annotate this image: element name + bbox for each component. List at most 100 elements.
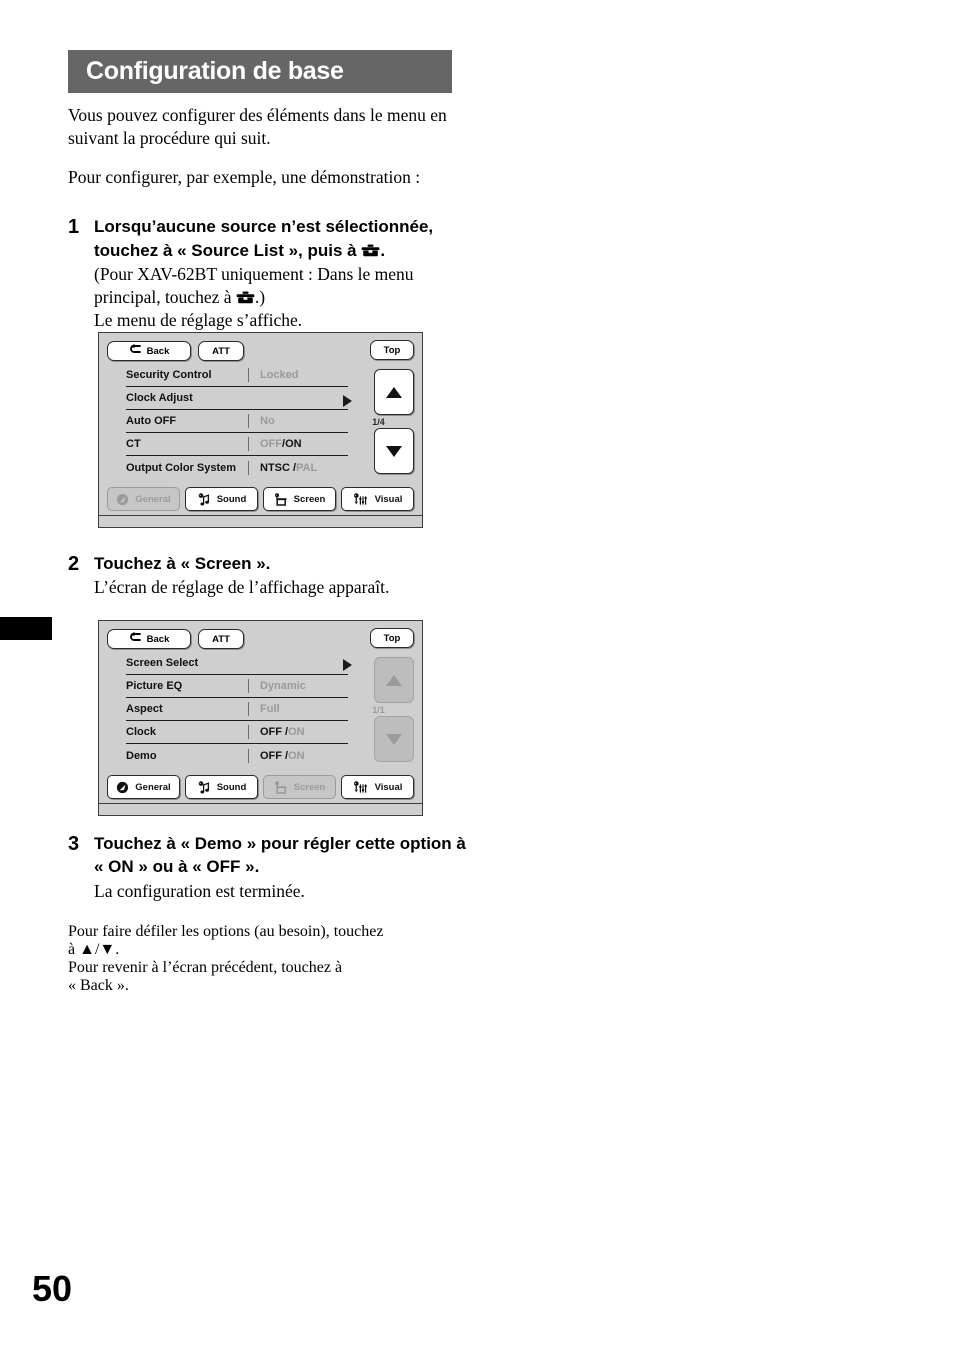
sound-icon — [197, 492, 211, 506]
outro-line-3: Pour revenir à l’écran précédent, touche… — [68, 959, 343, 976]
back-button[interactable]: Back — [107, 629, 191, 649]
row-value: No — [248, 414, 348, 428]
screen-icon — [274, 780, 288, 794]
step-3-block: 3 Touchez à « Demo » pour régler cette o… — [68, 832, 468, 995]
tab-label: Sound — [216, 781, 247, 793]
row-value — [248, 656, 348, 670]
screen2-scroll-controls: 1/1 — [356, 653, 414, 762]
back-button-label: Back — [146, 345, 170, 357]
row-value-option-off: ON — [288, 749, 305, 762]
table-row[interactable]: Clock Adjust — [126, 387, 348, 410]
back-arrow-icon — [129, 344, 142, 358]
table-row[interactable]: Output Color System NTSC / PAL — [126, 456, 348, 479]
row-value-option-on: ON — [285, 438, 302, 450]
outro-line-1: Pour faire défiler les options (au besoi… — [68, 923, 384, 940]
row-value — [248, 391, 348, 405]
att-button[interactable]: ATT — [198, 629, 244, 649]
row-label: Auto OFF — [126, 415, 177, 427]
step-2-heading: Touchez à « Screen ». — [94, 554, 271, 573]
top-button-label: Top — [383, 344, 401, 356]
scroll-down-button[interactable] — [374, 716, 414, 762]
table-row[interactable]: Screen Select — [126, 652, 348, 675]
tab-label: Sound — [216, 493, 247, 505]
section-header: Configuration de base — [68, 50, 452, 93]
tab-general[interactable]: General — [107, 775, 180, 799]
screen2-topbar: Back ATT — [107, 628, 414, 650]
tab-sound[interactable]: Sound — [185, 775, 258, 799]
row-value: Locked — [248, 368, 348, 382]
scroll-up-button[interactable] — [374, 369, 414, 415]
table-row[interactable]: Picture EQ Dynamic — [126, 675, 348, 698]
table-row[interactable]: CT OFF / ON — [126, 433, 348, 456]
row-label: Screen Select — [126, 657, 199, 669]
screen2-tabbar: General Sound Screen Visual — [99, 772, 422, 803]
screen1-settings-list: Security Control Locked Clock Adjust Aut… — [126, 364, 348, 479]
table-row[interactable]: Aspect Full — [126, 698, 348, 721]
screen1-bottom-strip — [99, 515, 422, 527]
table-row[interactable]: Demo OFF / ON — [126, 744, 348, 767]
step-3-heading: Touchez à « Demo » pour régler cette opt… — [94, 834, 466, 877]
tab-screen[interactable]: Screen — [263, 487, 336, 511]
att-button-label: ATT — [212, 345, 230, 357]
table-row[interactable]: Auto OFF No — [126, 410, 348, 433]
tab-screen[interactable]: Screen — [263, 775, 336, 799]
triangle-down-icon — [386, 733, 402, 745]
row-value-text: Locked — [260, 369, 299, 381]
row-label: Output Color System — [126, 461, 237, 474]
tab-label: Visual — [374, 493, 403, 505]
back-arrow-icon — [129, 632, 142, 646]
visual-icon — [353, 492, 369, 506]
row-value-text: Dynamic — [260, 680, 306, 692]
toolbox-icon — [236, 291, 255, 304]
table-row[interactable]: Security Control Locked — [126, 364, 348, 387]
step-1-heading: Lorsqu’aucune source n’est sélectionnée,… — [94, 215, 468, 262]
row-value-option-off: PAL — [296, 461, 318, 474]
row-label: Picture EQ — [126, 680, 183, 692]
page-title: Configuration de base — [86, 57, 344, 85]
tab-general[interactable]: General — [107, 487, 180, 511]
screen2-bottom-strip — [99, 803, 422, 815]
top-button[interactable]: Top — [370, 340, 414, 360]
step-1: 1 Lorsqu’aucune source n’est sélectionné… — [68, 215, 468, 332]
step-3-number: 3 — [68, 833, 80, 855]
tab-visual[interactable]: Visual — [341, 775, 414, 799]
tab-visual[interactable]: Visual — [341, 487, 414, 511]
intro-paragraph-2: Pour configurer, par exemple, une démons… — [68, 167, 421, 188]
screen-icon — [274, 492, 288, 506]
top-button-label: Top — [383, 632, 401, 644]
page-indicator: 1/1 — [372, 705, 385, 715]
step-1-heading-text-b: . — [380, 240, 386, 260]
visual-icon — [353, 780, 369, 794]
screen1-topbar: Back ATT — [107, 340, 414, 362]
scroll-down-button[interactable] — [374, 428, 414, 474]
step-1-subtext-2: Le menu de réglage s’affiche. — [94, 310, 303, 331]
triangle-down-icon — [386, 445, 402, 457]
step-3: 3 Touchez à « Demo » pour régler cette o… — [68, 832, 468, 903]
row-label: Aspect — [126, 703, 163, 715]
toolbox-icon — [361, 244, 380, 257]
outro-block: Pour faire défiler les options (au besoi… — [68, 923, 468, 995]
screen1-tabbar: General Sound Screen Visual — [99, 484, 422, 515]
step-3-subtext: La configuration est terminée. — [94, 880, 305, 901]
screen1-top-button-wrap: Top — [370, 340, 414, 360]
page-indicator: 1/4 — [372, 417, 385, 427]
scroll-up-button[interactable] — [374, 657, 414, 703]
row-value: Dynamic — [248, 679, 348, 693]
table-row[interactable]: Clock OFF / ON — [126, 721, 348, 744]
back-button[interactable]: Back — [107, 341, 191, 361]
step-1-number: 1 — [68, 216, 80, 239]
page-edge-tab-marker — [0, 617, 52, 640]
main-content: Vous pouvez configurer des éléments dans… — [68, 104, 468, 332]
step-2: 2 Touchez à « Screen ». L’écran de régla… — [68, 552, 468, 600]
tab-sound[interactable]: Sound — [185, 487, 258, 511]
att-button[interactable]: ATT — [198, 341, 244, 361]
row-value-option-on: NTSC / — [260, 461, 297, 474]
att-button-label: ATT — [212, 633, 230, 645]
row-value-option-on: OFF / — [260, 749, 289, 762]
screen2-top-button-wrap: Top — [370, 628, 414, 648]
back-button-label: Back — [146, 633, 170, 645]
row-label: CT — [126, 438, 141, 450]
device-screen-display-menu: Back ATT Top Screen Select Picture EQ Dy… — [98, 620, 423, 816]
top-button[interactable]: Top — [370, 628, 414, 648]
tab-label: Screen — [293, 493, 326, 505]
